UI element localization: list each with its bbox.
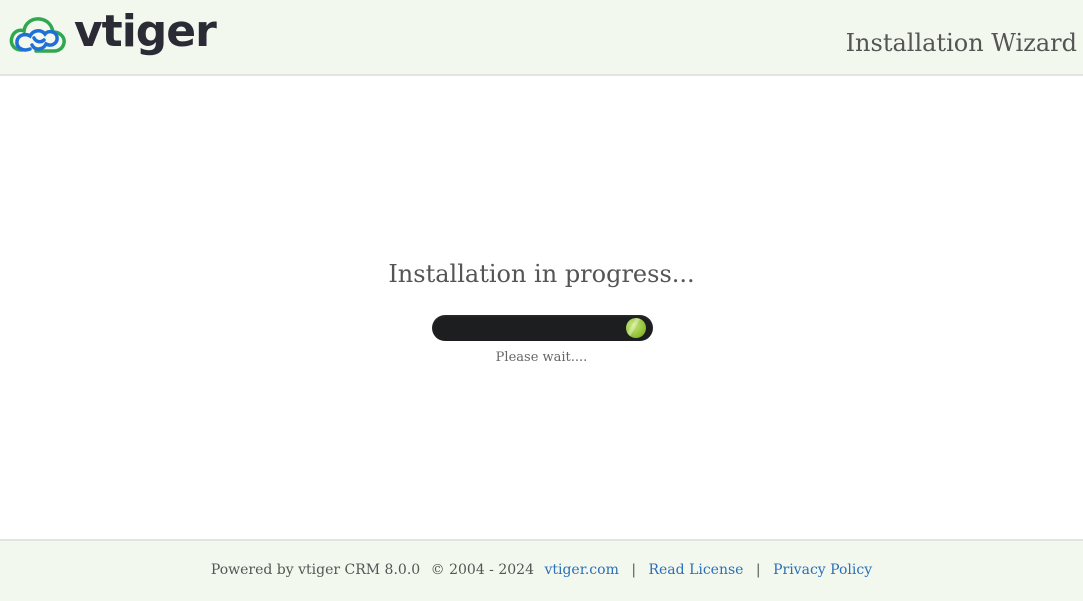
progress-indicator — [626, 318, 646, 338]
privacy-policy-link[interactable]: Privacy Policy — [773, 562, 872, 578]
cloud-logo-icon — [8, 12, 68, 58]
read-license-link[interactable]: Read License — [648, 562, 743, 578]
header: vtiger Installation Wizard — [0, 0, 1083, 76]
footer-separator: | — [755, 562, 761, 578]
copyright-text: © 2004 - 2024 — [430, 562, 534, 578]
powered-by-text: Powered by vtiger CRM 8.0.0 — [210, 562, 421, 578]
main-content: Installation in progress... Please wait.… — [0, 76, 1083, 539]
footer-line: Powered by vtiger CRM 8.0.0 © 2004 - 202… — [0, 560, 1083, 580]
wait-message: Please wait.... — [495, 350, 588, 365]
page-title: Installation Wizard — [845, 29, 1077, 57]
logo-text: vtiger — [74, 6, 217, 57]
footer-separator: | — [631, 562, 637, 578]
vtiger-logo[interactable]: vtiger — [8, 6, 217, 60]
vtiger-site-link[interactable]: vtiger.com — [544, 562, 618, 578]
progress-bar — [432, 315, 653, 341]
footer: Powered by vtiger CRM 8.0.0 © 2004 - 202… — [0, 539, 1083, 601]
installation-heading: Installation in progress... — [388, 260, 695, 288]
